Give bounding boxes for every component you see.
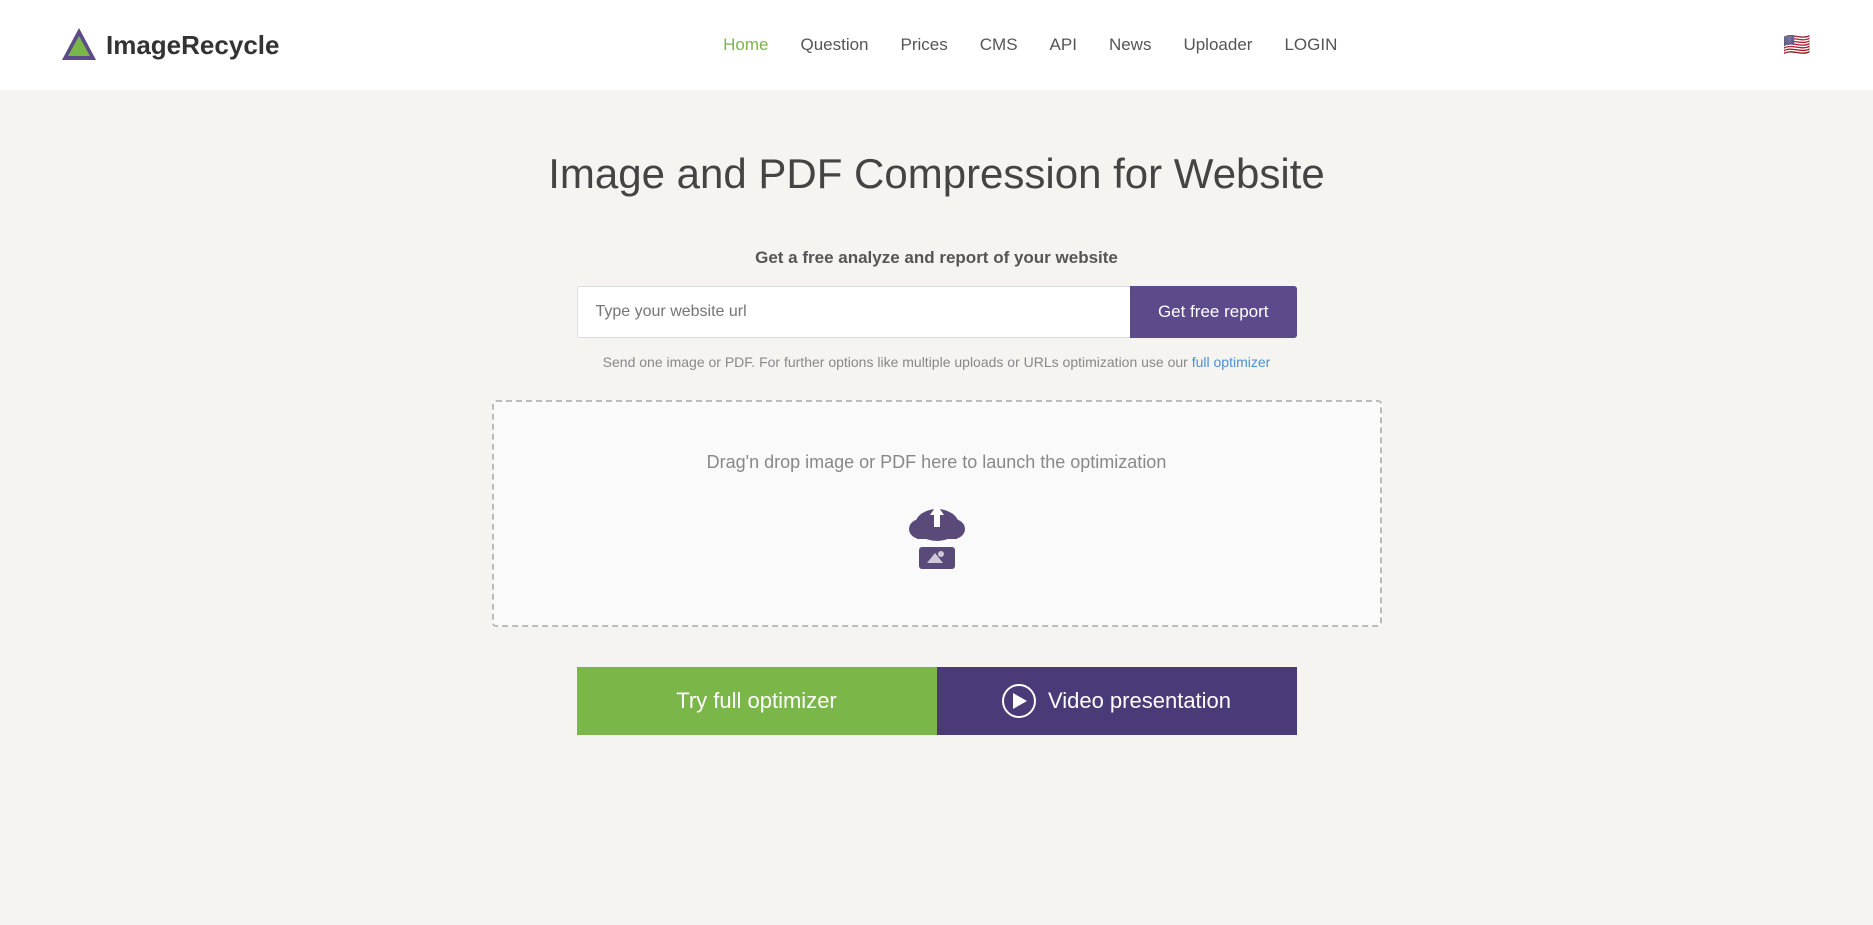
play-circle-icon (1002, 684, 1036, 718)
logo: ImageRecycle (60, 26, 279, 64)
site-header: ImageRecycle Home Question Prices CMS AP… (0, 0, 1873, 90)
logo-text: ImageRecycle (106, 30, 279, 61)
main-nav: Home Question Prices CMS API News Upload… (723, 35, 1337, 55)
note-text: Send one image or PDF. For further optio… (603, 354, 1271, 370)
language-flag[interactable]: 🇺🇸 (1781, 29, 1813, 61)
url-input[interactable] (577, 286, 1130, 338)
upload-icon (897, 495, 977, 575)
url-input-row: Get free report (577, 286, 1297, 338)
nav-cms[interactable]: CMS (980, 35, 1018, 55)
play-triangle-icon (1013, 693, 1027, 709)
nav-api[interactable]: API (1050, 35, 1077, 55)
full-optimizer-link[interactable]: full optimizer (1192, 354, 1271, 370)
video-button-label: Video presentation (1048, 688, 1231, 714)
nav-uploader[interactable]: Uploader (1183, 35, 1252, 55)
bottom-buttons: Try full optimizer Video presentation (577, 667, 1297, 735)
drop-zone-text: Drag'n drop image or PDF here to launch … (707, 452, 1167, 473)
try-optimizer-button[interactable]: Try full optimizer (577, 667, 937, 735)
get-report-button[interactable]: Get free report (1130, 286, 1297, 338)
logo-icon (60, 26, 98, 64)
nav-login[interactable]: LOGIN (1284, 35, 1337, 55)
nav-news[interactable]: News (1109, 35, 1152, 55)
nav-question[interactable]: Question (800, 35, 868, 55)
nav-home[interactable]: Home (723, 35, 768, 55)
content-wrapper: Image and PDF Compression for Website Ge… (487, 150, 1387, 735)
drop-zone[interactable]: Drag'n drop image or PDF here to launch … (492, 400, 1382, 627)
main-content: Image and PDF Compression for Website Ge… (0, 90, 1873, 925)
nav-prices[interactable]: Prices (901, 35, 948, 55)
video-presentation-button[interactable]: Video presentation (937, 667, 1297, 735)
page-title: Image and PDF Compression for Website (548, 150, 1325, 198)
section-subtitle: Get a free analyze and report of your we… (755, 248, 1118, 268)
